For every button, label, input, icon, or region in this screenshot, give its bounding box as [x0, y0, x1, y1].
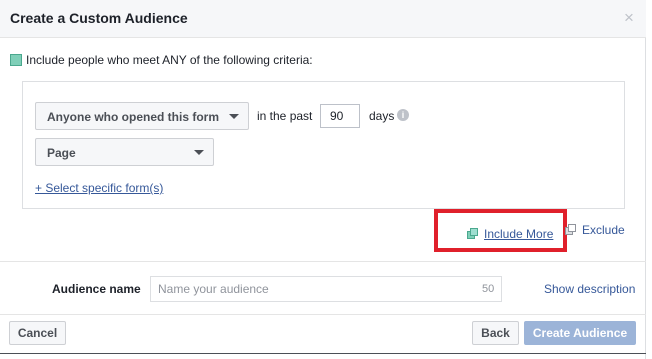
create-custom-audience-dialog: Create a Custom Audience × Include peopl… [0, 0, 646, 359]
divider [0, 314, 646, 315]
source-dropdown[interactable]: Page [35, 138, 214, 166]
dialog-header: Create a Custom Audience × [0, 0, 646, 38]
include-more-label: Include More [484, 227, 554, 241]
in-the-past-label: in the past [257, 109, 313, 123]
select-specific-forms-link[interactable]: + Select specific form(s) [35, 181, 163, 195]
days-label: days [369, 109, 395, 123]
dialog-title: Create a Custom Audience [10, 10, 188, 26]
event-dropdown-label: Anyone who opened this form [47, 110, 220, 124]
chevron-down-icon [229, 114, 239, 119]
back-button[interactable]: Back [472, 321, 519, 345]
audience-name-input[interactable] [150, 276, 502, 302]
close-icon[interactable]: × [622, 9, 636, 27]
source-dropdown-label: Page [47, 146, 76, 160]
create-audience-button[interactable]: Create Audience [524, 321, 636, 345]
cancel-button[interactable]: Cancel [9, 321, 66, 345]
include-more-highlight: Include More [434, 209, 567, 252]
chevron-down-icon [194, 150, 204, 155]
audience-name-label: Audience name [52, 282, 141, 296]
days-input[interactable] [320, 104, 360, 128]
divider [0, 261, 646, 262]
show-description-link[interactable]: Show description [544, 282, 635, 296]
event-dropdown[interactable]: Anyone who opened this form [35, 102, 249, 130]
exclude-label: Exclude [582, 223, 625, 237]
criteria-text: Include people who meet ANY of the follo… [26, 53, 313, 67]
criteria-color-swatch [10, 54, 22, 66]
exclude-icon [565, 224, 577, 236]
include-more-icon [467, 228, 479, 240]
bottom-edge [0, 353, 646, 354]
info-icon[interactable]: i [397, 109, 409, 121]
include-more-button[interactable]: Include More [467, 227, 553, 241]
exclude-button[interactable]: Exclude [565, 223, 625, 237]
char-limit-counter: 50 [482, 283, 495, 295]
rule-panel: Anyone who opened this form in the past … [22, 81, 625, 209]
criteria-line: Include people who meet ANY of the follo… [10, 53, 313, 67]
